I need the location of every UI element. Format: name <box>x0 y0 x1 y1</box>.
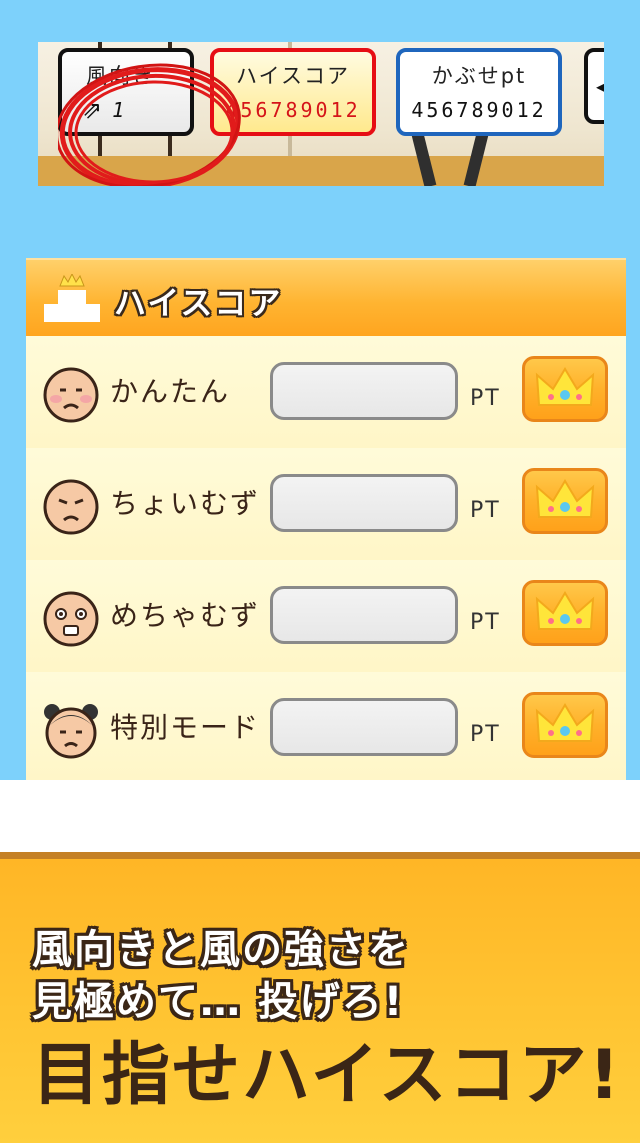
mode-label-hard: めちゃむず <box>110 599 261 632</box>
ranking-button-special[interactable] <box>522 692 608 758</box>
list-item: めちゃむず PT <box>26 560 626 674</box>
kabuse-pt-value: 456789012 <box>411 98 547 122</box>
arrow-up-right-icon: ⇗ <box>82 96 103 124</box>
score-field-medium <box>270 474 458 532</box>
high-score-value: 456789012 <box>225 98 361 122</box>
mode-label-special: 特別モード <box>110 711 261 744</box>
kabuse-pt-box: かぶせpt 456789012 <box>396 48 562 136</box>
score-field-special <box>270 698 458 756</box>
high-score-label: ハイスコア <box>236 64 350 88</box>
banner-line-1: 風向きと風の強さを <box>32 927 410 973</box>
ranking-button-easy[interactable] <box>522 356 608 422</box>
mode-label-easy: かんたん <box>110 375 231 408</box>
chevron-left-icon: ◂ <box>596 74 604 98</box>
easy-face-icon <box>43 367 99 423</box>
scene-floor <box>38 156 604 186</box>
cloud-band <box>0 780 640 860</box>
crown-icon <box>535 367 595 406</box>
kabuse-pt-label: かぶせpt <box>431 64 527 88</box>
pt-unit: PT <box>470 498 501 523</box>
list-item: かんたん PT <box>26 336 626 450</box>
panel-title: ハイスコア <box>114 284 283 322</box>
menu-button[interactable]: ◂ <box>584 48 604 124</box>
mode-label-medium: ちょいむず <box>110 487 261 520</box>
promo-banner: 風向きと風の強さを 見極めて… 投げろ! 目指せハイスコア! <box>0 852 640 1143</box>
crown-icon <box>535 479 595 518</box>
score-field-hard <box>270 586 458 644</box>
pt-unit: PT <box>470 722 501 747</box>
banner-headline: 目指せハイスコア! <box>32 1036 622 1115</box>
special-face-icon <box>44 704 98 759</box>
podium-crown-icon <box>44 274 100 322</box>
game-scene-strip: 風向き ⇗ 1 ハイスコア 456789012 かぶせpt 456789012 … <box>38 42 604 186</box>
high-score-box: ハイスコア 456789012 <box>210 48 376 136</box>
list-item: 特別モード PT <box>26 672 626 786</box>
crown-icon <box>535 703 595 742</box>
hard-face-icon <box>43 591 99 647</box>
ranking-button-hard[interactable] <box>522 580 608 646</box>
crown-icon <box>535 591 595 630</box>
wind-label: 風向き <box>86 64 155 88</box>
medium-face-icon <box>43 479 99 535</box>
pt-unit: PT <box>470 610 501 635</box>
score-field-easy <box>270 362 458 420</box>
panel-header: ハイスコア <box>26 258 626 338</box>
list-item: ちょいむず PT <box>26 448 626 562</box>
pt-unit: PT <box>470 386 501 411</box>
wind-indicator: 風向き ⇗ 1 <box>58 48 194 136</box>
high-score-panel: ハイスコア かんたん PT ちょいむず PT めちゃむず PT 特別モード PT <box>26 258 626 788</box>
ranking-button-medium[interactable] <box>522 468 608 534</box>
wind-value: 1 <box>112 98 128 122</box>
